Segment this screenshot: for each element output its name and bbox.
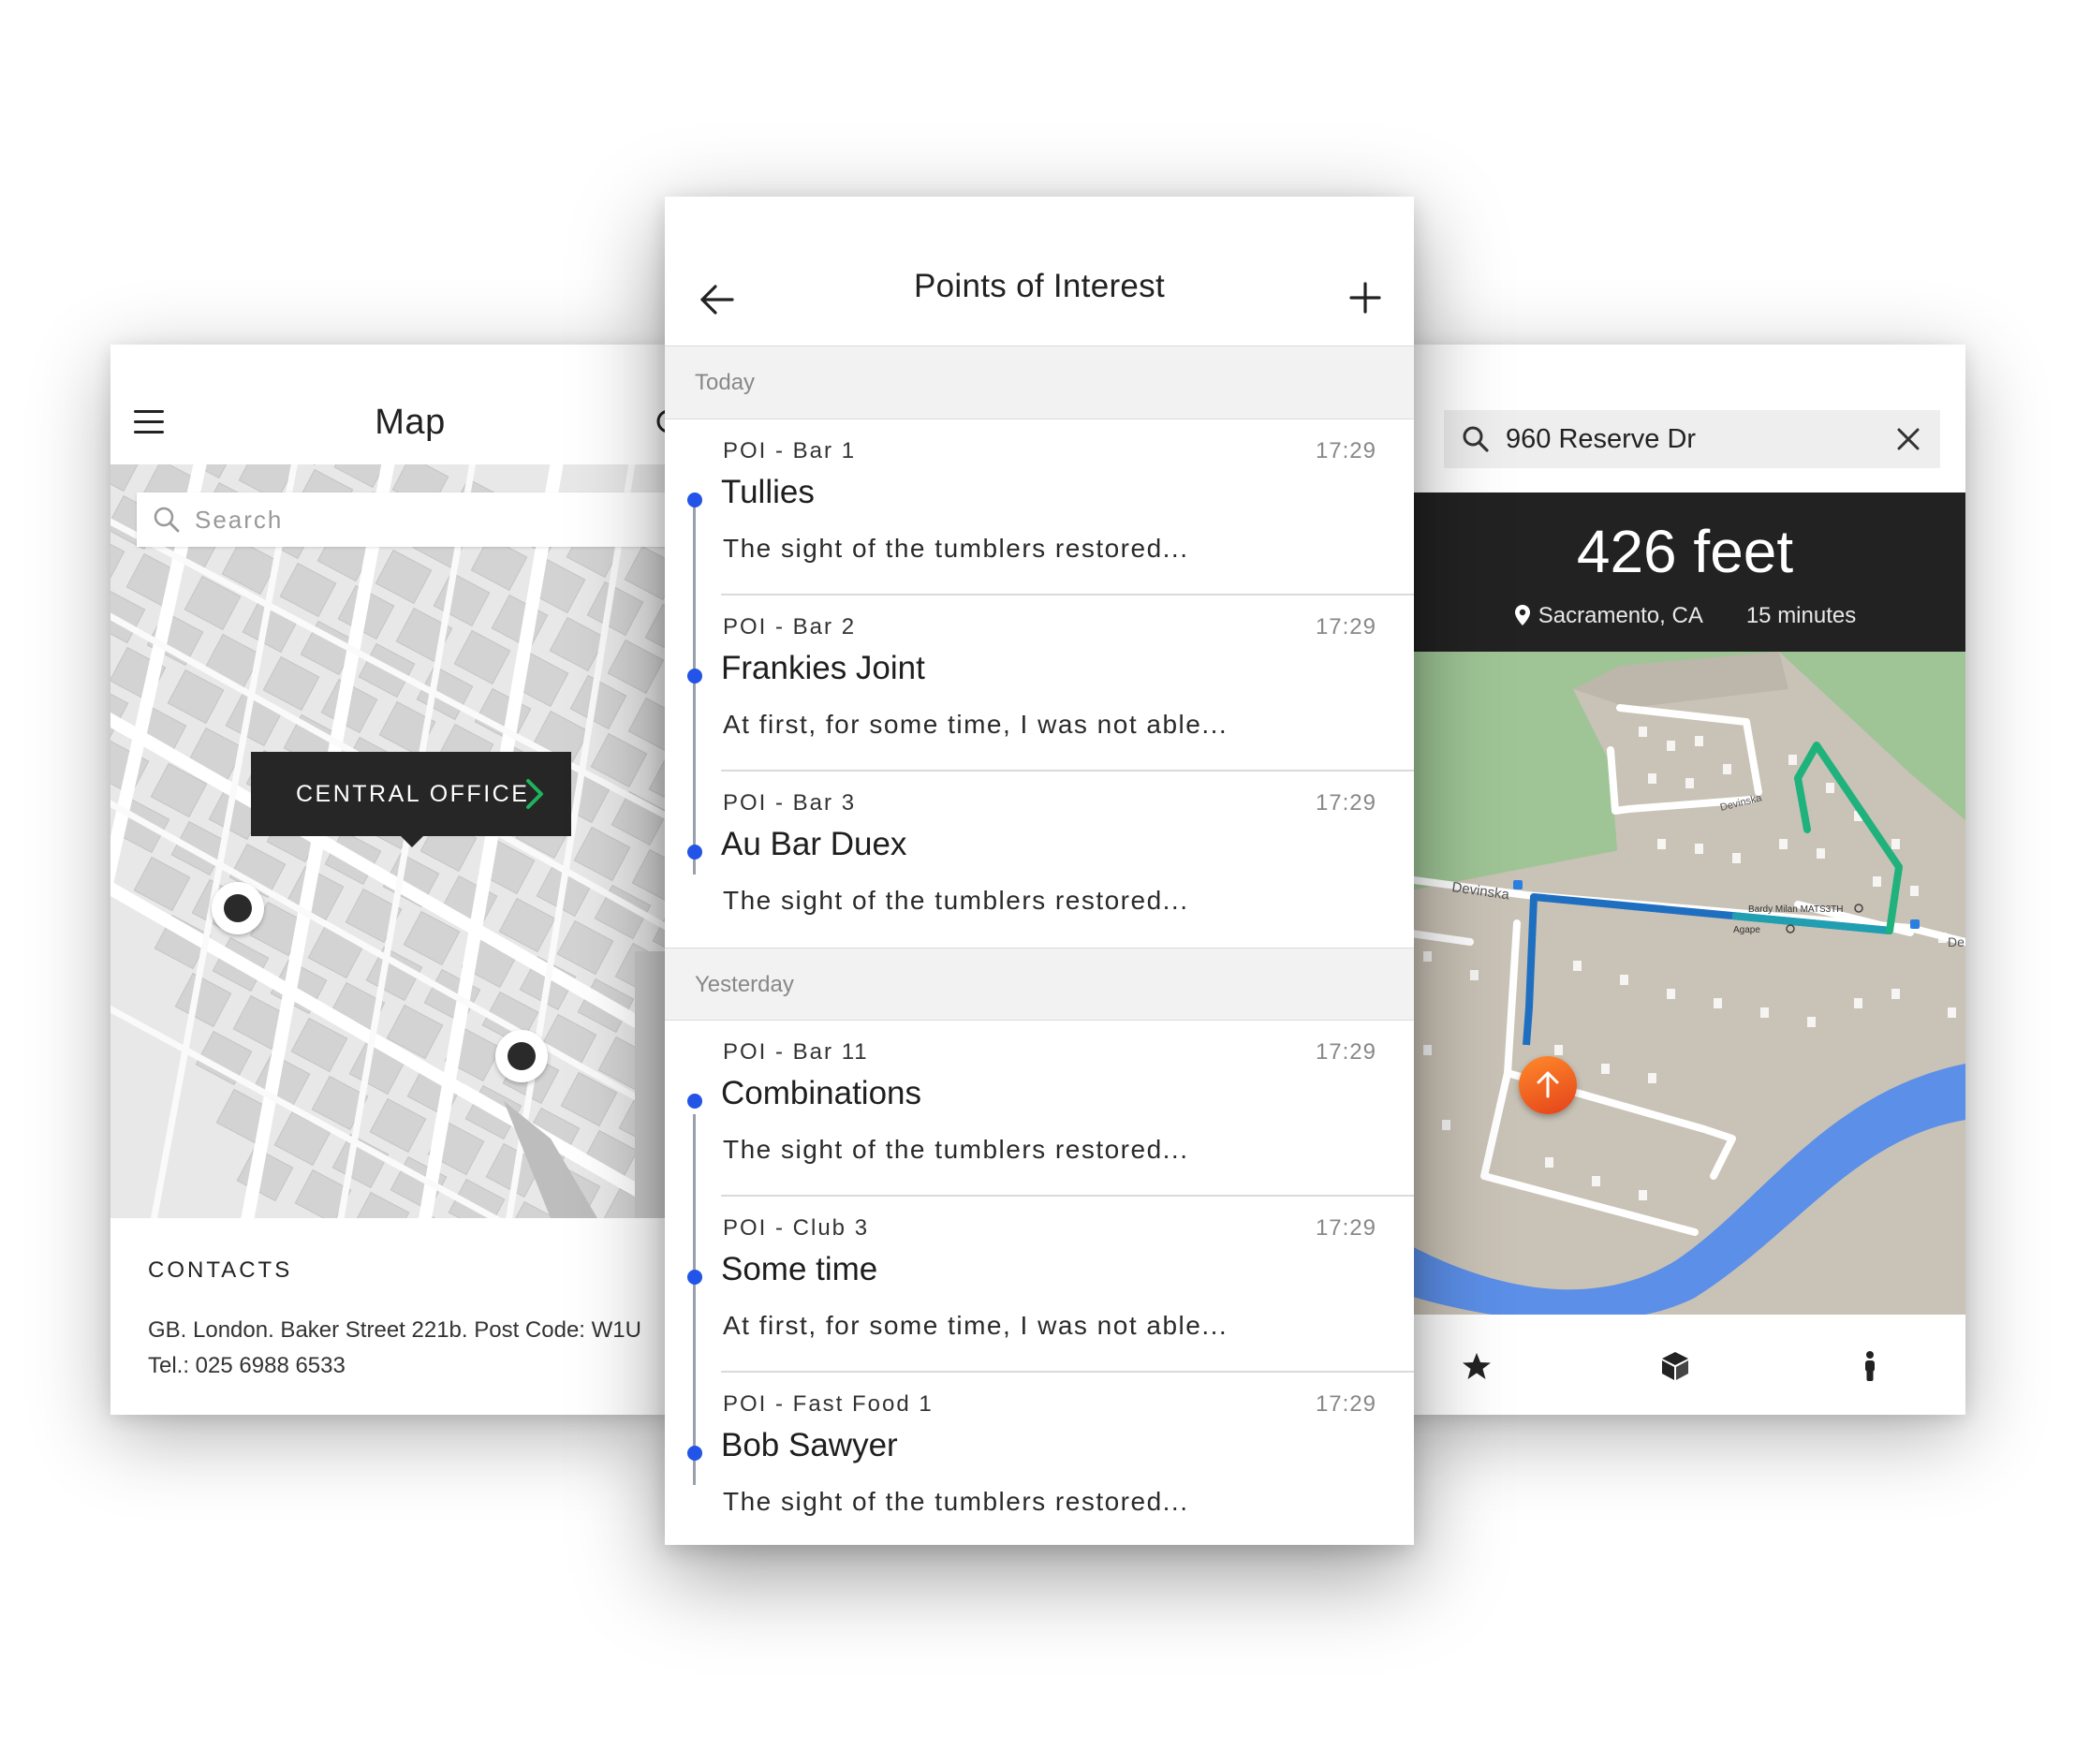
cube-icon[interactable] [1659, 1350, 1691, 1382]
poi-header: Points of Interest [665, 197, 1414, 346]
poi-name: Some time [721, 1251, 878, 1287]
poi-description: The sight of the tumblers restored... [723, 534, 1189, 563]
map-topbar: Map [110, 345, 672, 464]
poi-type: POI - Fast Food 1 [723, 1391, 934, 1417]
poi-list-item[interactable]: POI - Bar 1 17:29 Tullies The sight of t… [665, 419, 1414, 595]
street-grid [110, 464, 672, 1218]
search-icon [1463, 426, 1489, 452]
plus-icon[interactable] [1348, 281, 1382, 315]
arrow-up-icon [1537, 1071, 1559, 1098]
route-map-graphics: Devinska Devinska De Bardy Milan MATS3TH… [1386, 652, 1965, 1315]
map-screen: Map Search CENTRAL OFFICE CONTACTS GB. L… [110, 345, 672, 1415]
poi-list-item[interactable]: POI - Bar 2 17:29 Frankies Joint At firs… [665, 595, 1414, 772]
poi-type: POI - Club 3 [723, 1215, 870, 1241]
timeline-dot [687, 1094, 702, 1109]
poi-description: At first, for some time, I was not able.… [723, 1311, 1229, 1340]
poi-name: Bob Sawyer [721, 1427, 898, 1463]
map-pin[interactable] [212, 882, 264, 934]
route-location: Sacramento, CA [1538, 603, 1703, 628]
poi-list-item[interactable]: POI - Bar 3 17:29 Au Bar Duex The sight … [665, 772, 1414, 948]
poi-list-item[interactable]: POI - Bar 11 17:29 Combinations The sigh… [665, 1021, 1414, 1197]
city-map[interactable]: CENTRAL OFFICE [110, 464, 672, 1218]
timeline-dot [687, 1270, 702, 1285]
poi-list-item[interactable]: POI - Fast Food 1 17:29 Bob Sawyer The s… [665, 1373, 1414, 1545]
search-icon [154, 507, 180, 533]
timeline-dot [687, 492, 702, 507]
poi-name: Tullies [721, 474, 815, 510]
poi-time: 17:29 [1315, 1215, 1376, 1241]
poi-description: The sight of the tumblers restored... [723, 1487, 1189, 1516]
poi-list-item[interactable]: POI - Club 3 17:29 Some time At first, f… [665, 1197, 1414, 1373]
poi-description: At first, for some time, I was not able.… [723, 710, 1229, 739]
poi-description: The sight of the tumblers restored... [723, 886, 1189, 915]
contact-address: GB. London. Baker Street 221b. Post Code… [148, 1317, 641, 1343]
poi-type: POI - Bar 11 [723, 1039, 869, 1065]
map-search-input[interactable] [195, 505, 569, 535]
section-label: Yesterday [695, 972, 794, 997]
poi-name: Au Bar Duex [721, 826, 907, 862]
page-title: Points of Interest [913, 268, 1166, 304]
poi-time: 17:29 [1315, 614, 1376, 639]
timeline-dot [687, 1446, 702, 1461]
poi-time: 17:29 [1315, 1039, 1376, 1065]
popup-label: CENTRAL OFFICE [296, 780, 530, 807]
road-label: De [1948, 934, 1965, 949]
location-pin-icon [1514, 605, 1530, 625]
poi-type: POI - Bar 2 [723, 614, 857, 639]
poi-description: The sight of the tumblers restored... [723, 1135, 1189, 1164]
destination-input[interactable] [1506, 423, 1880, 455]
navigation-bottom-bar [1386, 1315, 1965, 1415]
route-distance: 426 feet [1576, 518, 1794, 585]
poi-type: POI - Bar 1 [723, 438, 857, 463]
map-search-bar[interactable] [137, 492, 672, 547]
star-icon[interactable] [1461, 1350, 1493, 1382]
close-icon[interactable] [1893, 424, 1923, 454]
points-of-interest-screen: Points of Interest Today POI - Bar 1 17:… [665, 197, 1414, 1545]
contact-phone: Tel.: 025 6988 6533 [148, 1353, 346, 1378]
page-title: Map [375, 403, 446, 442]
poi-time: 17:29 [1315, 438, 1376, 463]
contacts-section: CONTACTS GB. London. Baker Street 221b. … [148, 1257, 654, 1379]
section-label: Today [695, 370, 756, 395]
showcase-stage: Map Search CENTRAL OFFICE CONTACTS GB. L… [0, 0, 2075, 1764]
poi-type: POI - Bar 3 [723, 790, 857, 816]
poi-time: 17:29 [1315, 1391, 1376, 1417]
poi-name: Frankies Joint [721, 650, 925, 686]
contacts-heading: CONTACTS [148, 1257, 293, 1283]
place-label: Bardy Milan MATS3TH [1748, 904, 1844, 915]
timeline-dot [687, 669, 702, 684]
place-label: Agape [1733, 925, 1760, 935]
route-summary-banner: 426 feet Sacramento, CA 15 minutes [1386, 492, 1965, 652]
route-eta: 15 minutes [1745, 603, 1857, 628]
route-meta: Sacramento, CA 15 minutes [1386, 603, 1965, 629]
central-office-popup[interactable]: CENTRAL OFFICE [251, 752, 571, 847]
walking-person-icon[interactable] [1854, 1350, 1886, 1382]
map-pin[interactable] [495, 1030, 548, 1082]
poi-time: 17:29 [1315, 790, 1376, 816]
navigation-screen: 426 feet Sacramento, CA 15 minutes [1386, 345, 1965, 1415]
route-map[interactable]: Devinska Devinska De Bardy Milan MATS3TH… [1386, 652, 1965, 1315]
current-location-marker[interactable] [1519, 1056, 1577, 1114]
poi-name: Combinations [721, 1075, 921, 1111]
section-header-today: Today [665, 346, 1414, 419]
timeline-dot [687, 845, 702, 860]
destination-search-bar[interactable] [1444, 410, 1940, 468]
hamburger-menu-icon[interactable] [134, 410, 166, 434]
chevron-right-icon [526, 779, 543, 809]
section-header-yesterday: Yesterday [665, 948, 1414, 1021]
